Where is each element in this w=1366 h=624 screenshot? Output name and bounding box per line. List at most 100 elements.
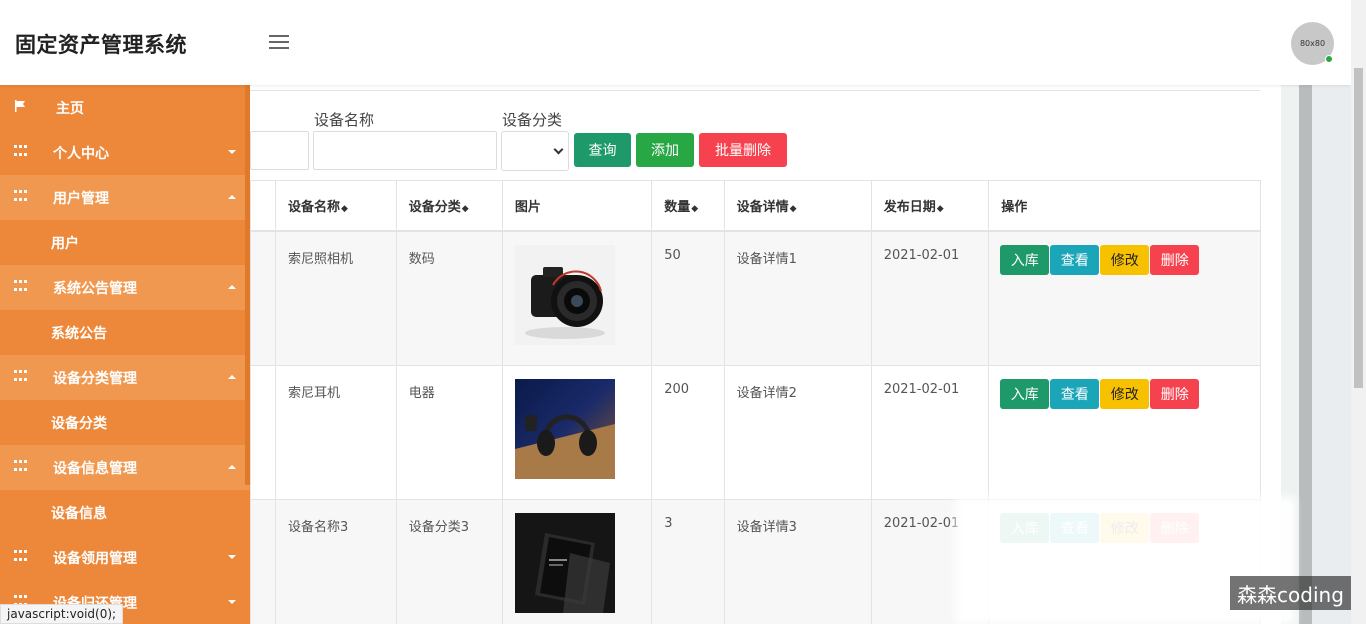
search-field-partial[interactable] bbox=[250, 131, 309, 170]
sidebar-item-borrow-management[interactable]: 设备领用管理 bbox=[0, 535, 250, 580]
grid-icon bbox=[14, 190, 28, 204]
sort-icon[interactable]: ◆ bbox=[341, 204, 348, 214]
sort-icon[interactable]: ◆ bbox=[790, 204, 797, 214]
sidebar-subitem-notices[interactable]: 系统公告 bbox=[0, 310, 250, 355]
cell-date: 2021-02-01 bbox=[870, 230, 990, 366]
delete-button[interactable]: 删除 bbox=[1150, 244, 1200, 275]
cell-name: 索尼耳机 bbox=[275, 364, 397, 500]
top-header: 固定资产管理系统 80x80 bbox=[0, 0, 1351, 85]
sidebar-item-home[interactable]: 主页 bbox=[0, 85, 250, 130]
header-detail[interactable]: 设备详情◆ bbox=[723, 180, 872, 232]
table-row: 索尼照相机 数码 50 设备详情1 2021-02-01 入库 查看 修改 删除 bbox=[250, 230, 1261, 366]
view-button[interactable]: 查看 bbox=[1050, 378, 1100, 409]
headphones-image bbox=[514, 378, 615, 479]
sort-icon[interactable]: ◆ bbox=[691, 204, 698, 214]
row-select-cell[interactable] bbox=[250, 230, 276, 366]
category-label: 设备分类 bbox=[502, 111, 563, 129]
header-image: 图片 bbox=[501, 180, 653, 232]
status-bar-link: javascript:void(0); bbox=[0, 604, 124, 624]
name-search-input[interactable] bbox=[313, 131, 497, 170]
sidebar-item-label: 设备信息管理 bbox=[53, 460, 137, 477]
caret-up-icon bbox=[228, 375, 236, 379]
cell-actions: 入库 查看 修改 删除 bbox=[988, 230, 1261, 366]
row-select-cell[interactable] bbox=[250, 498, 276, 624]
camera-image bbox=[514, 244, 615, 345]
sidebar-subitem-devices[interactable]: 设备信息 bbox=[0, 490, 250, 535]
header-quantity[interactable]: 数量◆ bbox=[651, 180, 725, 232]
stock-in-button[interactable]: 入库 bbox=[1000, 378, 1050, 409]
batch-delete-button[interactable]: 批量删除 bbox=[699, 133, 787, 167]
header-label: 发布日期 bbox=[883, 199, 936, 215]
view-button[interactable]: 查看 bbox=[1050, 244, 1100, 275]
sort-icon[interactable]: ◆ bbox=[462, 204, 469, 214]
cell-category: 设备分类3 bbox=[395, 498, 503, 624]
header-cell-checkbox bbox=[250, 180, 276, 232]
stock-in-button[interactable]: 入库 bbox=[1000, 244, 1050, 275]
cell-name: 设备名称3 bbox=[275, 498, 397, 624]
name-label: 设备名称 bbox=[314, 111, 375, 129]
table-header-row: 设备名称◆ 设备分类◆ 图片 数量◆ 设备详情◆ 发布日期◆ 操作 bbox=[250, 180, 1261, 232]
cell-image bbox=[501, 498, 653, 624]
header-label: 设备分类 bbox=[408, 199, 461, 215]
cell-actions: 入库 查看 修改 删除 bbox=[988, 364, 1261, 500]
category-select[interactable] bbox=[501, 131, 569, 171]
chevron-down-icon bbox=[553, 144, 564, 155]
header-name[interactable]: 设备名称◆ bbox=[275, 180, 397, 232]
sidebar-item-category-management[interactable]: 设备分类管理 bbox=[0, 355, 250, 400]
page-scrollbar[interactable] bbox=[1351, 0, 1366, 624]
caret-down-icon bbox=[228, 150, 236, 154]
online-status-dot bbox=[1325, 55, 1333, 63]
flag-icon bbox=[14, 100, 28, 114]
caret-up-icon bbox=[228, 465, 236, 469]
header-label: 设备名称 bbox=[288, 199, 341, 215]
grid-icon bbox=[14, 280, 28, 294]
sidebar-item-label: 用户管理 bbox=[53, 190, 109, 207]
query-button[interactable]: 查询 bbox=[574, 133, 631, 167]
sidebar-item-user-management[interactable]: 用户管理 bbox=[0, 175, 250, 220]
header-category[interactable]: 设备分类◆ bbox=[395, 180, 503, 232]
sidebar-scrollbar[interactable] bbox=[245, 85, 250, 485]
sidebar-item-label: 系统公告管理 bbox=[53, 280, 137, 297]
cell-detail: 设备详情3 bbox=[723, 498, 872, 624]
grid-icon bbox=[14, 460, 28, 474]
grid-icon bbox=[14, 550, 28, 564]
phone-image bbox=[514, 512, 615, 613]
sidebar-subitem-categories[interactable]: 设备分类 bbox=[0, 400, 250, 445]
sidebar-subitem-users[interactable]: 用户 bbox=[0, 220, 250, 265]
grid-icon bbox=[14, 145, 28, 159]
caret-down-icon bbox=[228, 555, 236, 559]
table-row: 索尼耳机 电器 200 设备详情2 2021-02-01 入库 查看 修改 删除 bbox=[250, 364, 1261, 500]
cell-detail: 设备详情1 bbox=[723, 230, 872, 366]
sidebar-item-notice-management[interactable]: 系统公告管理 bbox=[0, 265, 250, 310]
grid-icon bbox=[14, 370, 28, 384]
header-date[interactable]: 发布日期◆ bbox=[870, 180, 990, 232]
cell-image bbox=[501, 364, 653, 500]
cell-quantity: 200 bbox=[651, 364, 725, 500]
watermark: 森森coding bbox=[1230, 576, 1351, 610]
delete-button[interactable]: 删除 bbox=[1150, 378, 1200, 409]
cell-date: 2021-02-01 bbox=[870, 364, 990, 500]
add-button[interactable]: 添加 bbox=[636, 133, 694, 167]
cell-quantity: 50 bbox=[651, 230, 725, 366]
scrollbar-thumb[interactable] bbox=[1354, 68, 1363, 388]
cell-detail: 设备详情2 bbox=[723, 364, 872, 500]
row-select-cell[interactable] bbox=[250, 364, 276, 500]
edit-button[interactable]: 修改 bbox=[1100, 244, 1150, 275]
sidebar-item-profile[interactable]: 个人中心 bbox=[0, 130, 250, 175]
sort-icon[interactable]: ◆ bbox=[937, 204, 944, 214]
edit-button[interactable]: 修改 bbox=[1100, 378, 1150, 409]
header-label: 设备详情 bbox=[736, 199, 789, 215]
sidebar: 主页 个人中心 用户管理 用户 系统公告管理 系统公告 设备分类管理 设备分类 … bbox=[0, 85, 250, 624]
content-gutter bbox=[1299, 85, 1312, 624]
cell-name: 索尼照相机 bbox=[275, 230, 397, 366]
caret-down-icon bbox=[228, 600, 236, 604]
menu-toggle-icon[interactable] bbox=[269, 35, 289, 51]
divider bbox=[250, 90, 1260, 91]
sidebar-item-label: 设备分类管理 bbox=[53, 370, 137, 387]
cell-category: 电器 bbox=[395, 364, 503, 500]
header-label: 数量 bbox=[664, 199, 691, 215]
sidebar-item-device-management[interactable]: 设备信息管理 bbox=[0, 445, 250, 490]
sidebar-item-label: 设备领用管理 bbox=[53, 550, 137, 567]
cell-image bbox=[501, 230, 653, 366]
app-title: 固定资产管理系统 bbox=[15, 33, 187, 57]
